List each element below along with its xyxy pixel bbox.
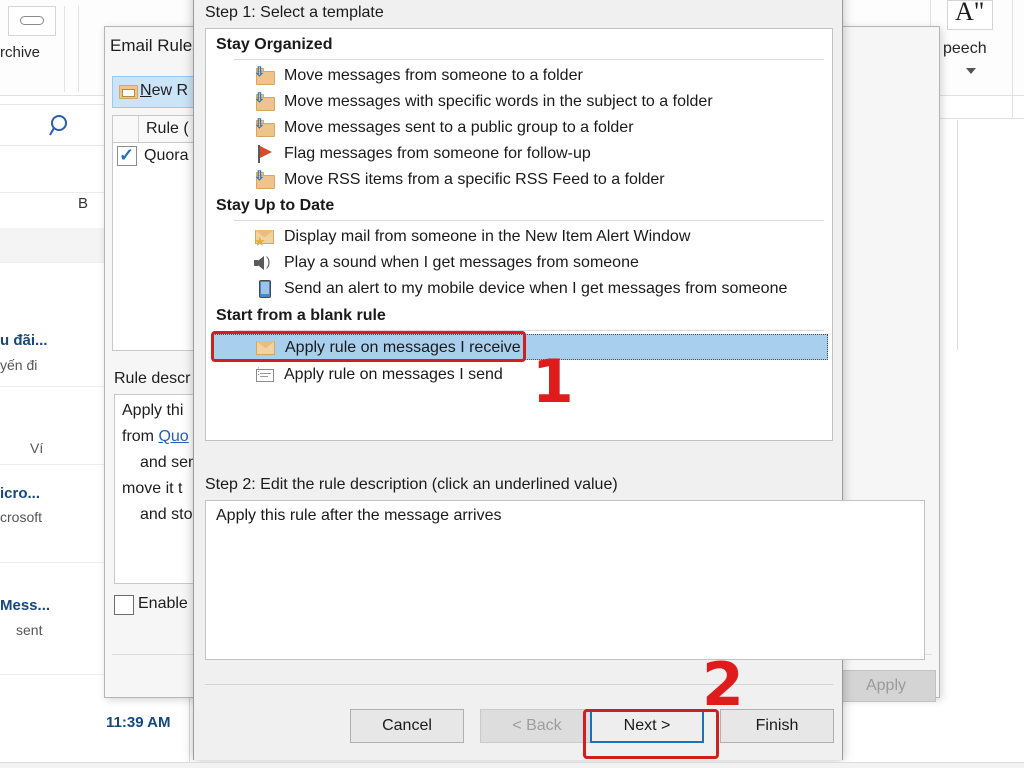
rule-description-line: Apply thi	[122, 402, 184, 419]
template-item-move-public-group[interactable]: ⇩ Move messages sent to a public group t…	[212, 115, 828, 141]
template-item-label: Apply rule on messages I receive	[285, 339, 521, 356]
message-timestamp: 11:39 AM	[106, 714, 171, 731]
new-rule-folder-icon	[118, 82, 140, 100]
search-icon[interactable]	[48, 113, 74, 144]
rules-column-header: Rule (	[146, 120, 189, 137]
template-item-label: Move messages with specific words in the…	[284, 93, 713, 110]
template-item-move-specific-words[interactable]: ⇩ Move messages with specific words in t…	[212, 89, 828, 115]
rule-description-line: from Quo	[122, 428, 189, 445]
list-item-title: Mess...	[0, 597, 51, 614]
folder-move-icon: ⇩	[254, 169, 276, 190]
template-item-flag-follow-up[interactable]: Flag messages from someone for follow-up	[212, 141, 828, 167]
rule-description-text[interactable]: Apply this rule after the message arrive…	[216, 507, 501, 525]
rule-name-label: Quora	[144, 147, 189, 164]
wizard-footer-divider	[205, 684, 833, 685]
group-rule	[234, 59, 824, 60]
right-divider	[957, 120, 958, 350]
list-item-title: icro...	[0, 485, 41, 502]
template-item-label: Display mail from someone in the New Ite…	[284, 228, 691, 245]
ribbon-archive-label: rchive	[0, 44, 41, 61]
envelope-star-icon: ★	[254, 227, 276, 248]
cancel-button[interactable]: Cancel	[350, 709, 464, 743]
template-item-display-mail-alert[interactable]: ★ Display mail from someone in the New I…	[212, 224, 828, 250]
archive-box-icon	[20, 16, 44, 25]
template-item-label: Move RSS items from a specific RSS Feed …	[284, 171, 665, 188]
enable-rule-label: Enable	[138, 595, 188, 612]
rule-description-line: move it t	[122, 480, 183, 497]
mobile-device-icon	[254, 279, 276, 299]
template-item-label: Send an alert to my mobile device when I…	[284, 280, 788, 297]
speaker-icon: )	[254, 253, 276, 273]
rule-description-line: and sto	[140, 506, 193, 523]
step2-label: Step 2: Edit the rule description (click…	[205, 476, 618, 493]
template-item-label: Flag messages from someone for follow-up	[284, 145, 591, 162]
group-heading-stay-up-to-date: Stay Up to Date	[216, 197, 335, 214]
rules-wizard-dialog: Step 1: Select a template Stay Organized…	[193, 0, 925, 760]
finish-button[interactable]: Finish	[720, 709, 834, 743]
template-item-move-from-someone[interactable]: ⇩ Move messages from someone to a folder	[212, 63, 828, 89]
folder-move-icon: ⇩	[254, 91, 276, 112]
speech-label: peech	[943, 40, 987, 57]
folder-move-icon: ⇩	[254, 117, 276, 138]
list-item-subtitle: sent	[16, 622, 43, 638]
enable-rule-checkbox[interactable]	[114, 595, 134, 615]
template-item-apply-rule-receive[interactable]: Apply rule on messages I receive	[212, 334, 828, 360]
template-item-apply-rule-send[interactable]: ⋮ Apply rule on messages I send	[212, 362, 828, 388]
flag-icon	[254, 144, 276, 164]
ribbon-bottom-rule	[930, 118, 1024, 119]
template-item-label: Play a sound when I get messages from so…	[284, 254, 639, 271]
list-item-subtitle: Ví	[30, 440, 44, 456]
folder-move-icon: ⇩	[254, 65, 276, 86]
group-rule	[234, 330, 824, 331]
rules-grid-header-divider	[138, 116, 139, 142]
email-rules-title: Email Rules	[110, 36, 201, 55]
checkmark-icon: ✓	[119, 145, 135, 165]
template-item-mobile-alert[interactable]: Send an alert to my mobile device when I…	[212, 276, 828, 302]
template-item-play-sound[interactable]: ) Play a sound when I get messages from …	[212, 250, 828, 276]
chevron-down-icon[interactable]	[966, 68, 976, 74]
new-rule-label: New R	[140, 82, 189, 99]
envelope-incoming-icon	[255, 338, 277, 358]
envelope-outgoing-icon: ⋮	[254, 365, 276, 385]
ribbon-separator-4	[1012, 0, 1013, 118]
rule-description-line: and sen	[140, 454, 197, 471]
rule-description-label: Rule descr	[114, 370, 191, 387]
list-item-subtitle: crosoft	[0, 509, 43, 525]
ribbon-separator-1	[64, 6, 65, 92]
bottom-strip	[0, 762, 1024, 768]
outlook-sort-label: B	[78, 195, 89, 212]
back-button: < Back	[480, 709, 594, 743]
list-item-title: u đãi...	[0, 332, 48, 349]
screen-root: rchive A" peech B u đãi... yến đi Ví icr…	[0, 0, 1024, 768]
template-item-label: Apply rule on messages I send	[284, 366, 503, 383]
template-item-move-rss[interactable]: ⇩ Move RSS items from a specific RSS Fee…	[212, 167, 828, 193]
group-heading-stay-organized: Stay Organized	[216, 36, 333, 53]
template-item-label: Move messages sent to a public group to …	[284, 119, 634, 136]
next-button[interactable]: Next >	[590, 709, 704, 743]
ribbon-separator-2	[78, 6, 79, 92]
template-listbox[interactable]: Stay Organized ⇩ Move messages from some…	[205, 28, 833, 441]
template-item-label: Move messages from someone to a folder	[284, 67, 583, 84]
read-aloud-icon: A"	[955, 0, 985, 26]
apply-button[interactable]: Apply	[836, 670, 936, 702]
list-item-subtitle: yến đi	[0, 357, 38, 373]
group-rule	[234, 220, 824, 221]
step1-label: Step 1: Select a template	[205, 4, 384, 21]
group-heading-blank-rule: Start from a blank rule	[216, 307, 386, 324]
